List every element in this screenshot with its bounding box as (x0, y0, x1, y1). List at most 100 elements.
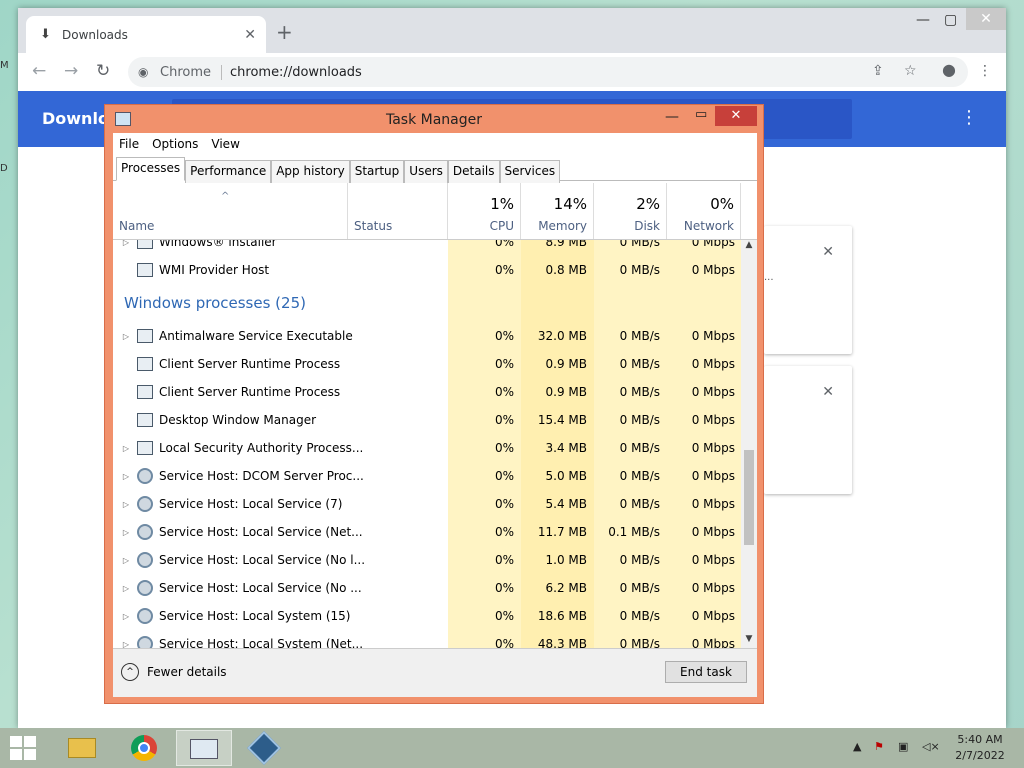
process-row[interactable]: Client Server Runtime Process 0% 0.9 MB 0 M… (113, 378, 741, 406)
share-icon[interactable]: ⇪ (872, 63, 884, 79)
forward-icon[interactable]: → (64, 61, 78, 81)
network-value: 0 Mbps (691, 553, 735, 567)
process-row[interactable]: ▷ Service Host: Local Service (No ... 0% 6.… (113, 574, 741, 602)
column-header-memory[interactable]: 14% Memory (521, 183, 594, 239)
collapse-chevron-icon[interactable]: ^ (121, 663, 139, 681)
process-row[interactable]: Desktop Window Manager 0% 15.4 MB 0 MB/s 0 M… (113, 406, 741, 434)
process-row[interactable]: ▷ Antimalware Service Executable 0% 32.0 MB… (113, 322, 741, 350)
tab-details[interactable]: Details (447, 160, 500, 183)
process-row[interactable]: ▷ Service Host: Local System (Net... 0% 48.… (113, 630, 741, 650)
chrome-tabstrip: ⬇ Downloads ✕ + — ▢ ✕ (18, 8, 1006, 53)
tab-processes[interactable]: Processes (116, 157, 186, 181)
system-clock[interactable]: 5:40 AM 2/7/2022 (950, 732, 1010, 764)
profile-avatar-icon[interactable]: ● (942, 60, 956, 79)
column-header-name[interactable]: ^ Name (113, 183, 347, 239)
start-button[interactable] (10, 736, 38, 760)
process-row[interactable]: Client Server Runtime Process 0% 0.9 MB 0 M… (113, 350, 741, 378)
disk-value: 0 MB/s (619, 329, 660, 343)
cpu-value: 0% (494, 263, 514, 277)
gear-icon (137, 608, 153, 624)
windows-logo-pane (24, 736, 36, 747)
tab-users[interactable]: Users (404, 160, 448, 183)
show-hidden-icons-icon[interactable]: ▲ (853, 740, 861, 753)
menu-file[interactable]: File (119, 137, 139, 151)
process-row[interactable]: WMI Provider Host 0% 0.8 MB 0 MB/s 0 Mbps (113, 256, 741, 284)
address-bar[interactable]: ◉ Chrome chrome://downloads (128, 57, 968, 87)
virtualbox-icon[interactable] (236, 730, 292, 766)
maximize-icon[interactable]: ▢ (944, 12, 957, 28)
process-row[interactable]: ▷ Service Host: DCOM Server Proc... 0% 5.0 … (113, 462, 741, 490)
expand-arrow-icon[interactable]: ▷ (119, 612, 133, 621)
cpu-value: 0% (494, 385, 514, 399)
cpu-value: 0% (494, 357, 514, 371)
fewer-details-link[interactable]: Fewer details (147, 665, 227, 679)
tab-startup[interactable]: Startup (349, 160, 405, 183)
column-header-cpu[interactable]: 1% CPU (448, 183, 521, 239)
task-manager-titlebar[interactable]: Task Manager — ▭ ✕ (105, 105, 763, 133)
tab-services[interactable]: Services (499, 160, 561, 183)
menu-view[interactable]: View (211, 137, 239, 151)
volume-muted-icon[interactable]: ◁× (922, 740, 940, 753)
network-icon[interactable]: ▣ (898, 740, 908, 753)
disk-value: 0 MB/s (619, 637, 660, 650)
installer-icon (137, 240, 153, 249)
expand-arrow-icon[interactable]: ▷ (119, 240, 133, 247)
expand-arrow-icon[interactable]: ▷ (119, 332, 133, 341)
process-group-header[interactable]: Windows processes (25) (113, 289, 741, 317)
bookmark-star-icon[interactable]: ☆ (904, 63, 917, 79)
expand-arrow-icon[interactable]: ▷ (119, 528, 133, 537)
process-row[interactable]: ▷ Service Host: Local Service (7) 0% 5.4 MB… (113, 490, 741, 518)
process-row[interactable]: ▷ Local Security Authority Process... 0% 3.… (113, 434, 741, 462)
menu-options[interactable]: Options (152, 137, 198, 151)
tm-close-button[interactable]: ✕ (715, 106, 757, 126)
remove-download-icon[interactable]: ✕ (822, 384, 834, 400)
back-icon[interactable]: ← (32, 61, 46, 81)
tm-minimize-icon[interactable]: — (665, 109, 679, 125)
download-card-2: ✕ (764, 366, 852, 494)
column-header-disk[interactable]: 2% Disk (594, 183, 667, 239)
disk-value: 0.1 MB/s (608, 525, 660, 539)
process-list-scrollbar[interactable]: ▲ ▼ (741, 240, 757, 650)
cpu-value: 0% (494, 469, 514, 483)
expand-arrow-icon[interactable]: ▷ (119, 500, 133, 509)
chrome-tab-downloads[interactable]: ⬇ Downloads ✕ (26, 16, 266, 53)
reload-icon[interactable]: ↻ (96, 61, 110, 81)
file-explorer-icon[interactable] (54, 730, 110, 766)
action-center-flag-icon[interactable]: ⚑ (874, 740, 884, 753)
expand-arrow-icon[interactable]: ▷ (119, 584, 133, 593)
process-row[interactable]: ▷ Service Host: Local Service (Net... 0% 11… (113, 518, 741, 546)
column-header-network[interactable]: 0% Network (667, 183, 741, 239)
gear-icon (137, 468, 153, 484)
process-row[interactable]: ▷ Windows® installer 0% 8.9 MB 0 MB/s 0 Mbps (113, 240, 741, 256)
chrome-icon[interactable] (116, 730, 172, 766)
scroll-thumb[interactable] (744, 450, 754, 545)
new-tab-button[interactable]: + (276, 22, 293, 42)
disk-value: 0 MB/s (619, 413, 660, 427)
downloads-more-icon[interactable]: ⋮ (960, 107, 978, 128)
window-icon (137, 357, 153, 371)
process-row[interactable]: ▷ Service Host: Local System (15) 0% 18.6 M… (113, 602, 741, 630)
close-window-button[interactable]: ✕ (966, 8, 1006, 30)
memory-total: 14% (553, 195, 587, 213)
task-manager-icon[interactable] (176, 730, 232, 766)
tm-maximize-icon[interactable]: ▭ (695, 107, 707, 122)
process-name: Client Server Runtime Process (159, 357, 341, 371)
expand-arrow-icon[interactable]: ▷ (119, 556, 133, 565)
scroll-up-icon[interactable]: ▲ (741, 240, 757, 256)
expand-arrow-icon[interactable]: ▷ (119, 472, 133, 481)
column-header-status[interactable]: Status (347, 183, 448, 239)
tab-app-history[interactable]: App history (271, 160, 350, 183)
chrome-menu-icon[interactable]: ⋮ (978, 63, 992, 79)
network-value: 0 Mbps (691, 413, 735, 427)
process-name: Antimalware Service Executable (159, 329, 353, 343)
process-row[interactable]: ▷ Service Host: Local Service (No l... 0% 1… (113, 546, 741, 574)
disk-value: 0 MB/s (619, 581, 660, 595)
tab-performance[interactable]: Performance (185, 160, 272, 183)
minimize-icon[interactable]: — (916, 12, 930, 28)
tab-close-icon[interactable]: ✕ (244, 27, 256, 43)
remove-download-icon[interactable]: ✕ (822, 244, 834, 260)
memory-value: 8.9 MB (545, 240, 587, 249)
expand-arrow-icon[interactable]: ▷ (119, 444, 133, 453)
cpu-value: 0% (494, 553, 514, 567)
end-task-button[interactable]: End task (665, 661, 747, 683)
